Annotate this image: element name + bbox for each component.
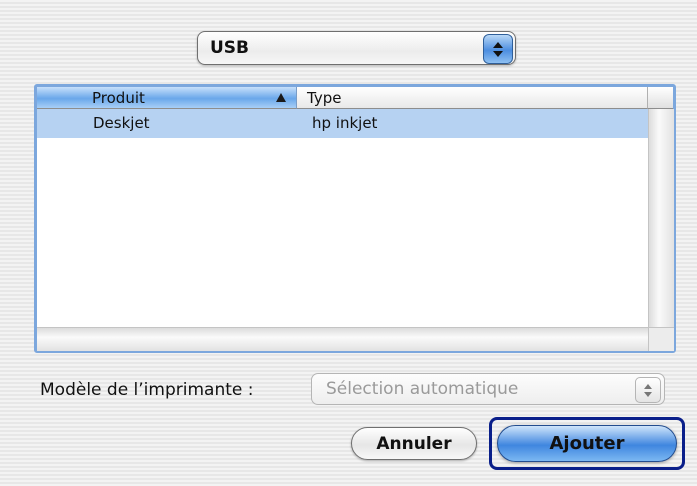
cancel-button[interactable]: Annuler xyxy=(351,427,477,460)
printer-model-label: Modèle de l’imprimante : xyxy=(40,380,254,400)
add-button[interactable]: Ajouter xyxy=(497,425,677,462)
printer-list-table[interactable]: Produit Type Deskjet hp inkjet xyxy=(34,84,676,353)
connection-type-value: USB xyxy=(210,38,250,58)
vertical-scrollbar[interactable] xyxy=(648,109,674,327)
sort-ascending-icon xyxy=(276,93,286,102)
printer-model-popup: Sélection automatique xyxy=(311,373,665,405)
column-header-label: Type xyxy=(307,88,342,107)
column-header-corner xyxy=(648,87,673,109)
type-cell: hp inkjet xyxy=(312,114,378,132)
popup-arrows-icon xyxy=(635,377,661,403)
table-row[interactable]: Deskjet hp inkjet xyxy=(37,109,648,138)
printer-model-value: Sélection automatique xyxy=(326,379,519,399)
scrollbar-corner xyxy=(648,327,674,351)
column-header-type[interactable]: Type xyxy=(297,87,648,109)
popup-arrows-icon[interactable] xyxy=(483,34,513,64)
column-header-label: Produit xyxy=(92,88,145,107)
product-cell: Deskjet xyxy=(93,114,150,132)
connection-type-popup[interactable]: USB xyxy=(197,31,516,65)
column-header-product[interactable]: Produit xyxy=(37,87,297,109)
horizontal-scrollbar[interactable] xyxy=(37,327,648,351)
